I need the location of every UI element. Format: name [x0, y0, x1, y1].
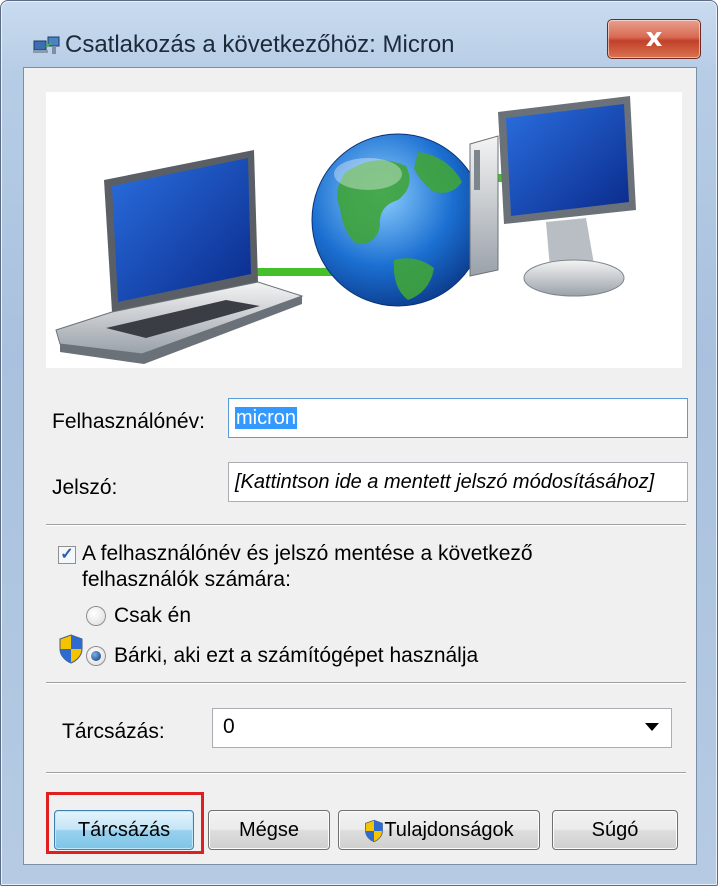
password-label: Jelszó: — [52, 476, 118, 499]
laptop-globe-desktop-icon — [55, 96, 636, 364]
close-button[interactable]: x — [607, 19, 701, 59]
save-credentials-label-line1: A felhasználónév és jelszó mentése a köv… — [82, 542, 533, 565]
dial-label: Tárcsázás: — [62, 720, 165, 743]
properties-button-label: Tulajdonságok — [384, 819, 514, 841]
username-label: Felhasználónév: — [52, 410, 205, 433]
anyone-label: Bárki, aki ezt a számítógépet használja — [114, 644, 479, 667]
username-field[interactable]: micron — [228, 398, 688, 438]
anyone-radio[interactable] — [86, 646, 106, 666]
window-title: Csatlakozás a következőhöz: Micron — [65, 31, 455, 58]
properties-button[interactable]: Tulajdonságok — [338, 810, 540, 850]
chevron-down-icon[interactable] — [645, 723, 659, 731]
username-value: micron — [235, 407, 298, 429]
dialog-window: Csatlakozás a következőhöz: Micron x Fel… — [0, 0, 718, 886]
separator — [46, 524, 686, 526]
separator — [46, 682, 686, 684]
only-me-label: Csak én — [114, 604, 192, 627]
help-button[interactable]: Súgó — [552, 810, 678, 850]
save-credentials-checkbox[interactable]: ✓ — [58, 546, 76, 564]
password-hint: [Kattintson ide a mentett jelszó módosít… — [235, 471, 655, 493]
dialog-content: Felhasználónév: micron Jelszó: [Kattints… — [23, 67, 697, 865]
connection-illustration — [46, 92, 682, 368]
separator — [46, 772, 686, 774]
cancel-button[interactable]: Mégse — [208, 810, 330, 850]
save-credentials-label-line2: felhasználók számára: — [82, 568, 291, 591]
uac-shield-icon — [365, 819, 384, 842]
dial-combobox[interactable]: 0 — [212, 708, 672, 748]
uac-shield-icon — [59, 634, 83, 664]
dial-button[interactable]: Tárcsázás — [54, 810, 194, 850]
network-connection-icon — [33, 36, 60, 54]
only-me-radio[interactable] — [86, 606, 106, 626]
dial-value: 0 — [223, 715, 235, 738]
password-field[interactable]: [Kattintson ide a mentett jelszó módosít… — [228, 462, 688, 502]
